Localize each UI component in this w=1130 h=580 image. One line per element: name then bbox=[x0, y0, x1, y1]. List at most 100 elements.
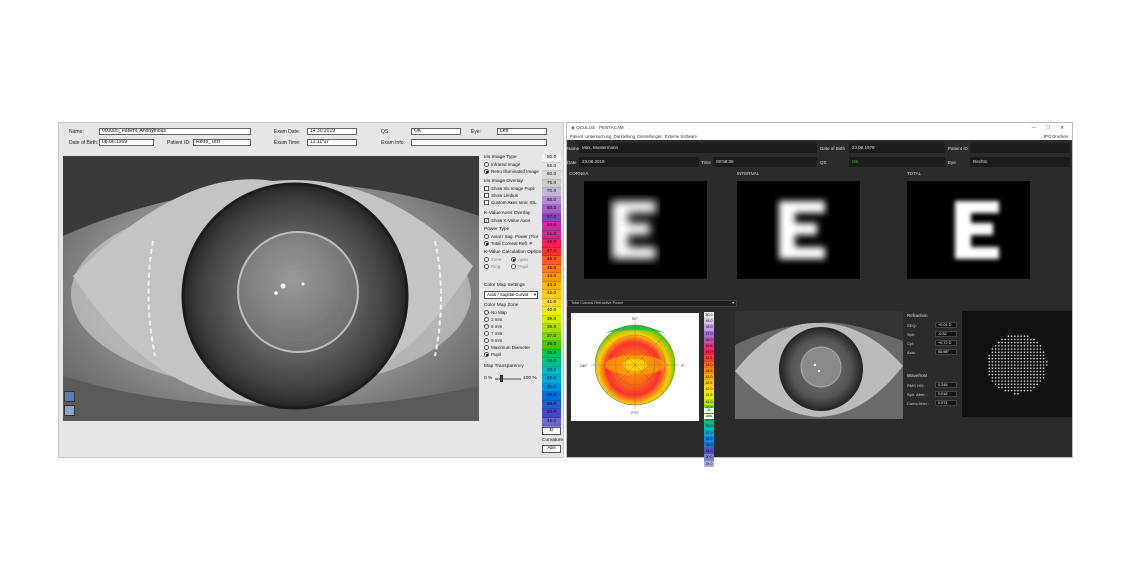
infrared-radio[interactable]: Infrared Image bbox=[484, 162, 520, 167]
patient-id-field[interactable]: Retro_Test bbox=[193, 139, 251, 146]
total-corneal-radio[interactable]: Total Corneal Refr. P bbox=[484, 241, 533, 246]
spot bbox=[1001, 370, 1003, 373]
spot bbox=[991, 348, 994, 350]
spot bbox=[1001, 361, 1003, 363]
scale-step: 44.0 bbox=[542, 273, 561, 282]
spot bbox=[1014, 386, 1016, 389]
menu-externe-software[interactable]: Externe Software bbox=[665, 134, 697, 139]
minimize-icon[interactable]: — bbox=[1032, 123, 1037, 133]
spot bbox=[1007, 357, 1010, 360]
5mm-radio[interactable]: 5 mm bbox=[484, 324, 502, 329]
zone-radio[interactable]: Zone bbox=[484, 257, 501, 262]
transparency-slider-thumb[interactable] bbox=[499, 375, 503, 382]
menu-untersuchung[interactable]: Untersuchung bbox=[585, 134, 611, 139]
right-scale-unit[interactable]: D bbox=[704, 408, 714, 413]
spot bbox=[1036, 377, 1038, 379]
jpg-button[interactable]: JPG bbox=[1043, 134, 1051, 139]
scale-unit-button[interactable]: D bbox=[542, 427, 561, 435]
show-pupil-label: Show Iris Image Pupil bbox=[491, 186, 535, 191]
show-kvalue-checkbox[interactable]: ✓ Show K-Value Axes bbox=[484, 218, 530, 223]
spot bbox=[1014, 357, 1016, 360]
7mm-radio[interactable]: 7 mm bbox=[484, 331, 502, 336]
axial-radio[interactable]: Axial / Sag. Power (Flor bbox=[484, 234, 538, 239]
measure-tool-icon[interactable] bbox=[64, 405, 75, 416]
spot bbox=[1023, 389, 1026, 392]
exam-time-field[interactable]: 12:11:07 bbox=[307, 139, 357, 146]
spot bbox=[1010, 373, 1013, 376]
zoom-tool-icon[interactable] bbox=[64, 391, 75, 402]
3mm-radio[interactable]: 3 mm bbox=[484, 317, 502, 322]
no-map-radio[interactable]: No Map bbox=[484, 310, 507, 315]
custom-axes-checkbox[interactable]: Custom Axes Ianic IOL bbox=[484, 200, 537, 205]
9mm-radio[interactable]: 9 mm bbox=[484, 338, 502, 343]
exam-date-field[interactable]: 14.30.2019 bbox=[307, 128, 357, 135]
menu-darstellung[interactable]: Darstellung bbox=[614, 134, 635, 139]
spot bbox=[994, 380, 997, 382]
scale-step: 35.0 bbox=[542, 349, 561, 358]
menu-einstellungen[interactable]: Einstellungen bbox=[637, 134, 662, 139]
scale-step: 33.0 bbox=[542, 366, 561, 375]
pupil-radio[interactable]: Pupil bbox=[484, 352, 501, 357]
spot bbox=[1010, 345, 1013, 347]
r-dob-field[interactable]: 23.08.1979 bbox=[849, 143, 945, 153]
restore-icon[interactable]: ❐ bbox=[1046, 123, 1050, 133]
spot bbox=[991, 354, 994, 357]
r-name-field[interactable]: Max, Mustermann bbox=[579, 143, 817, 153]
spot bbox=[998, 373, 1000, 376]
qs-field[interactable]: OK bbox=[411, 128, 461, 135]
name-field[interactable]: 000005_Patient, Anonymous bbox=[99, 128, 251, 135]
max-diameter-label: Maximum Diameter bbox=[491, 345, 531, 350]
spot bbox=[1020, 357, 1022, 360]
max-diameter-radio[interactable]: Maximum Diameter bbox=[484, 345, 530, 350]
spot bbox=[1033, 386, 1035, 389]
ring-radio[interactable]: Ring bbox=[484, 264, 500, 269]
spot bbox=[1001, 364, 1003, 366]
dob-field[interactable]: 08.06.1969 bbox=[99, 139, 154, 146]
spot bbox=[1026, 338, 1029, 341]
spot bbox=[1001, 380, 1003, 382]
scale-step: 34.0 bbox=[542, 358, 561, 367]
abs-button[interactable]: Abs bbox=[542, 445, 561, 453]
spot bbox=[1017, 393, 1019, 395]
internal-header: INTERNAL bbox=[737, 171, 760, 176]
exam-info-field[interactable] bbox=[411, 139, 547, 146]
spot bbox=[1001, 373, 1003, 376]
spot bbox=[1017, 383, 1019, 385]
spot bbox=[1007, 338, 1010, 341]
show-pupil-checkbox[interactable]: Show Iris Image Pupil bbox=[484, 186, 535, 191]
spot bbox=[1007, 345, 1010, 347]
eye-photo bbox=[63, 156, 479, 421]
spot bbox=[1042, 364, 1045, 366]
spot bbox=[1030, 377, 1032, 379]
pupil-calc-radio[interactable]: Pupil bbox=[511, 264, 528, 269]
r-date-field[interactable]: 23.08.2019 bbox=[579, 157, 699, 167]
right-scale-abs[interactable]: Abs bbox=[704, 414, 714, 419]
eye-field[interactable]: Left bbox=[497, 128, 547, 135]
spot bbox=[1007, 380, 1010, 382]
menu-patient[interactable]: Patient bbox=[570, 134, 583, 139]
spot bbox=[1020, 386, 1022, 389]
spot bbox=[1020, 364, 1022, 366]
spot bbox=[1039, 367, 1042, 369]
spot bbox=[1020, 341, 1022, 344]
r-time-field[interactable]: 08:58:39 bbox=[713, 157, 817, 167]
wavefront-label: Sph. Aber.: bbox=[907, 392, 927, 397]
spot bbox=[994, 357, 997, 360]
close-icon[interactable]: ✕ bbox=[1060, 123, 1064, 133]
spot bbox=[991, 361, 994, 363]
spot bbox=[1042, 354, 1045, 357]
spot bbox=[1030, 361, 1032, 363]
color-map-select[interactable]: Axial / Sagittal Curvat ▾ bbox=[484, 291, 538, 299]
r-eye-field[interactable]: Rechts bbox=[970, 157, 1070, 167]
checkbox-icon bbox=[484, 193, 489, 198]
apex-radio[interactable]: Apex bbox=[511, 257, 528, 262]
show-limbus-checkbox[interactable]: Show Limbus bbox=[484, 193, 518, 198]
drucken-button[interactable]: Drucken bbox=[1052, 134, 1068, 139]
cornea-header: CORNEA bbox=[569, 171, 589, 176]
map-type-select[interactable]: Total Corneal Refractive Power ▾ bbox=[567, 300, 737, 307]
r-qs-field[interactable]: OK bbox=[849, 157, 945, 167]
retro-radio[interactable]: Retro Illuminated Image bbox=[484, 169, 539, 174]
r-pid-field[interactable] bbox=[970, 143, 1070, 153]
spot bbox=[1036, 367, 1038, 369]
scale-step: 24.0 bbox=[704, 460, 714, 467]
